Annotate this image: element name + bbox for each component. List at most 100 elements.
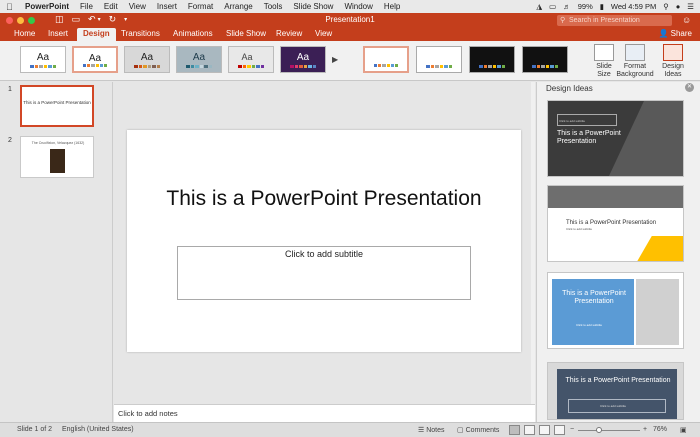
tab-transitions[interactable]: Transitions: [115, 28, 166, 41]
idea-subtitle: Click to add subtitle: [576, 323, 603, 327]
search-placeholder: Search in Presentation: [569, 17, 640, 24]
theme-color-bars: [30, 65, 56, 68]
variant-2[interactable]: [416, 46, 462, 73]
menu-format[interactable]: Format: [188, 2, 213, 11]
slide-editor: This is a PowerPoint Presentation Click …: [114, 82, 535, 404]
search-input[interactable]: ⚲ Search in Presentation: [557, 15, 672, 26]
menu-arrange[interactable]: Arrange: [224, 2, 252, 11]
menu-edit[interactable]: Edit: [104, 2, 118, 11]
theme-ion[interactable]: Aa: [280, 46, 326, 73]
zoom-slider-handle[interactable]: [596, 427, 602, 433]
battery-percent[interactable]: 99%: [578, 2, 593, 11]
comments-button[interactable]: ▢ Comments: [457, 426, 499, 434]
menu-help[interactable]: Help: [384, 2, 400, 11]
tab-view[interactable]: View: [309, 28, 338, 41]
variant-4[interactable]: [522, 46, 568, 73]
menu-tools[interactable]: Tools: [264, 2, 283, 11]
reading-view-button[interactable]: [539, 425, 550, 435]
slide-count: Slide 1 of 2: [17, 426, 53, 433]
slide-thumbnail-2[interactable]: The Crucifixion, Velazquez (1632): [20, 136, 94, 178]
menu-view[interactable]: View: [129, 2, 146, 11]
subtitle-placeholder[interactable]: Click to add subtitle: [177, 246, 471, 300]
menu-file[interactable]: File: [80, 2, 93, 11]
tab-home[interactable]: Home: [8, 28, 41, 41]
theme-office[interactable]: Aa: [20, 46, 66, 73]
window-titlebar: ◫ ▭ ↶ ▾ ↻ ▾ Presentation1 ⚲ Search in Pr…: [0, 13, 700, 28]
theme-berlin[interactable]: Aa: [228, 46, 274, 73]
language[interactable]: English (United States): [62, 426, 134, 433]
wifi-icon[interactable]: ◮: [536, 2, 542, 11]
idea-subtitle: Click to add subtitle: [559, 119, 586, 123]
tab-slide-show[interactable]: Slide Show: [220, 28, 272, 41]
close-icon[interactable]: ✕: [685, 83, 694, 92]
slide-thumbnail-1[interactable]: This is a PowerPoint Presentation: [20, 85, 94, 127]
slide-sorter-button[interactable]: [524, 425, 535, 435]
zoom-slider[interactable]: [578, 430, 640, 431]
zoom-in-icon[interactable]: +: [643, 426, 647, 433]
design-idea-3[interactable]: This is a PowerPoint Presentation Click …: [547, 272, 684, 349]
idea-subtitle: Click to add subtitle: [600, 404, 627, 408]
tab-review[interactable]: Review: [270, 28, 308, 41]
variant-1[interactable]: [363, 46, 409, 73]
notes-label: Notes: [426, 427, 445, 434]
format-background-button[interactable]: Format Background: [616, 44, 654, 79]
tab-animations[interactable]: Animations: [167, 28, 219, 41]
theme-slate[interactable]: Aa: [176, 46, 222, 73]
theme-preview-text: Aa: [140, 52, 154, 63]
battery-icon[interactable]: ▮: [600, 2, 604, 11]
design-idea-4[interactable]: This is a PowerPoint Presentation Click …: [547, 362, 684, 420]
menu-window[interactable]: Window: [344, 2, 372, 11]
clock[interactable]: Wed 4:59 PM: [611, 2, 656, 11]
variant-3[interactable]: [469, 46, 515, 73]
menu-slide-show[interactable]: Slide Show: [293, 2, 333, 11]
format-background-icon: [625, 44, 645, 61]
slide-thumbnails-pane: 1 This is a PowerPoint Presentation 2 Th…: [0, 82, 113, 422]
theme-color-bars: [83, 64, 108, 67]
notes-icon: ☰: [418, 427, 427, 434]
slide-size-button[interactable]: Slide Size: [590, 44, 618, 79]
idea-decoration: [552, 279, 634, 345]
share-label: Share: [670, 29, 692, 38]
ribbon-tabs: Home Insert Design Transitions Animation…: [0, 28, 700, 41]
theme-office-selected[interactable]: Aa: [72, 46, 118, 73]
idea-subtitle: Click to add subtitle: [566, 227, 593, 231]
spotlight-icon[interactable]: ⚲: [663, 2, 669, 11]
design-ideas-button[interactable]: Design Ideas: [660, 44, 686, 79]
themes-more-arrow-icon[interactable]: ▶: [332, 55, 338, 64]
mac-menubar:  PowerPoint File Edit View Insert Forma…: [0, 0, 700, 13]
feedback-smiley-icon[interactable]: ☺: [682, 15, 691, 25]
normal-view-button[interactable]: [509, 425, 520, 435]
airplay-icon[interactable]: ▭: [549, 2, 556, 11]
variant-color-bars: [479, 65, 505, 68]
zoom-level[interactable]: 76%: [653, 426, 667, 433]
menu-insert[interactable]: Insert: [157, 2, 177, 11]
comments-icon: ▢: [457, 427, 466, 434]
design-idea-2[interactable]: This is a PowerPoint Presentation Click …: [547, 185, 684, 262]
notification-center-icon[interactable]: ☰: [687, 2, 694, 11]
current-slide[interactable]: This is a PowerPoint Presentation Click …: [127, 130, 521, 352]
theme-preview-text: Aa: [241, 52, 253, 62]
theme-preview-text: Aa: [192, 52, 206, 63]
theme-gallery[interactable]: Aa: [124, 46, 170, 73]
variant-color-bars: [374, 64, 399, 67]
tab-insert[interactable]: Insert: [42, 28, 74, 41]
notes-pane[interactable]: Click to add notes: [114, 404, 535, 422]
apple-icon[interactable]: : [6, 2, 15, 12]
design-ideas-icon: [663, 44, 683, 61]
slide-show-button[interactable]: [554, 425, 565, 435]
ribbon-design: Aa Aa Aa Aa Aa Aa ▶ Slide Size Format Ba…: [0, 41, 700, 81]
idea-title: This is a PowerPoint Presentation: [562, 290, 626, 305]
volume-icon[interactable]: ♬: [563, 2, 571, 11]
editor-scrollbar[interactable]: [531, 82, 535, 404]
share-button[interactable]: 👤 Share: [658, 28, 692, 40]
slide-size-label: Slide Size: [596, 63, 612, 78]
design-idea-1[interactable]: Click to add subtitle This is a PowerPoi…: [547, 100, 684, 177]
fit-to-window-icon[interactable]: ▣: [680, 426, 687, 434]
tab-design[interactable]: Design: [77, 28, 116, 41]
app-menu[interactable]: PowerPoint: [25, 2, 69, 11]
notes-button[interactable]: ☰ Notes: [418, 426, 445, 434]
zoom-out-icon[interactable]: −: [570, 426, 574, 433]
slide-size-icon: [594, 44, 614, 61]
slide-title[interactable]: This is a PowerPoint Presentation: [127, 186, 521, 211]
user-avatar-icon[interactable]: ●: [676, 2, 681, 11]
